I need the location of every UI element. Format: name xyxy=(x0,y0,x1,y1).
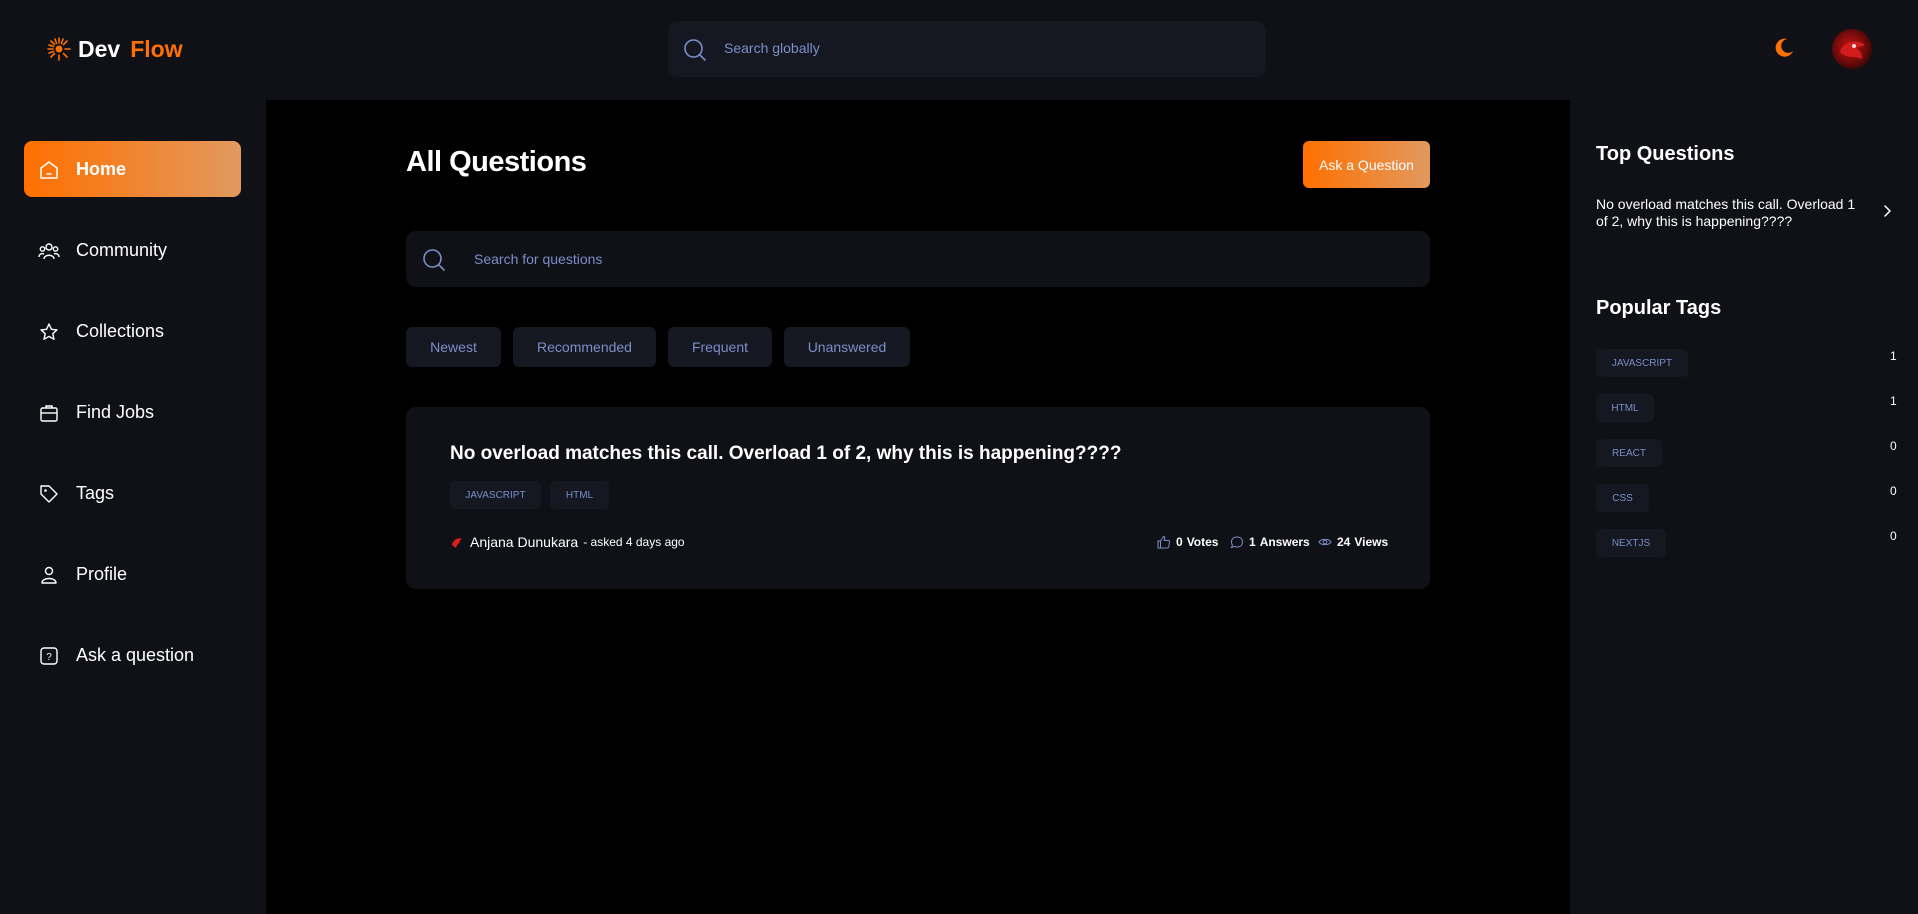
sidebar-item-profile[interactable]: Profile xyxy=(24,546,241,602)
thumbs-up-icon xyxy=(1157,535,1171,549)
sidebar-item-label: Tags xyxy=(76,482,115,503)
popular-tag-css[interactable]: CSS xyxy=(1596,484,1649,512)
answers-count: 1 xyxy=(1249,535,1256,549)
app-logo[interactable]: Dev Flow xyxy=(46,36,183,62)
question-title[interactable]: No overload matches this call. Overload … xyxy=(450,443,1121,465)
search-icon xyxy=(684,39,706,61)
votes-count: 0 xyxy=(1176,535,1183,549)
author-avatar-icon xyxy=(452,538,462,548)
votes-metric: 0 Votes xyxy=(1157,535,1218,549)
popular-tag-count: 1 xyxy=(1890,394,1897,408)
views-label: Views xyxy=(1354,535,1389,549)
asked-time: - asked 4 days ago xyxy=(583,535,685,549)
home-icon xyxy=(40,161,58,179)
views-count: 24 xyxy=(1337,535,1351,549)
user-avatar[interactable] xyxy=(1832,29,1872,69)
message-icon xyxy=(1230,536,1244,549)
popular-tag-html[interactable]: HTML xyxy=(1596,394,1654,422)
views-metric: 24 Views xyxy=(1318,535,1388,549)
star-icon xyxy=(40,323,58,340)
filter-newest[interactable]: Newest xyxy=(406,327,501,367)
question-tag-html[interactable]: HTML xyxy=(550,481,609,509)
tag-icon xyxy=(40,485,58,503)
question-icon: ? xyxy=(40,647,58,665)
filter-unanswered[interactable]: Unanswered xyxy=(784,327,910,367)
logo-text-flow: Flow xyxy=(130,35,183,62)
author-name: Anjana Dunukara xyxy=(470,534,579,550)
sidebar-item-label: Profile xyxy=(76,563,128,584)
answers-label: Answers xyxy=(1259,535,1310,549)
filter-frequent[interactable]: Frequent xyxy=(668,327,772,367)
briefcase-icon xyxy=(40,405,58,422)
eye-icon xyxy=(1318,538,1332,546)
filter-recommended[interactable]: Recommended xyxy=(513,327,656,367)
answers-metric: 1 Answers xyxy=(1230,535,1310,549)
question-search-placeholder: Search for questions xyxy=(474,251,603,267)
popular-tag-react[interactable]: REACT xyxy=(1596,439,1662,467)
sidebar-item-label: Find Jobs xyxy=(76,401,155,422)
question-search-input[interactable]: Search for questions xyxy=(406,231,1430,287)
top-questions-title: Top Questions xyxy=(1596,143,1735,165)
top-question-link[interactable]: No overload matches this call. Overload … xyxy=(1596,196,1856,230)
votes-label: Votes xyxy=(1186,535,1219,549)
sidebar-item-community[interactable]: Community xyxy=(24,222,241,278)
users-icon xyxy=(38,243,60,260)
sidebar-item-ask-a-question[interactable]: ? Ask a question xyxy=(24,627,241,683)
ask-question-button[interactable]: Ask a Question xyxy=(1303,141,1430,188)
sidebar-item-label: Collections xyxy=(76,320,165,341)
sidebar-item-label: Community xyxy=(76,239,168,260)
chevron-right-icon[interactable] xyxy=(1880,204,1894,218)
question-author[interactable]: Anjana Dunukara - asked 4 days ago xyxy=(450,534,685,550)
sun-logo-icon xyxy=(47,37,71,61)
popular-tag-javascript[interactable]: JAVASCRIPT xyxy=(1596,349,1688,377)
global-search-placeholder: Search globally xyxy=(724,40,820,56)
user-icon xyxy=(41,566,57,584)
sidebar-item-find-jobs[interactable]: Find Jobs xyxy=(24,384,241,440)
search-icon xyxy=(423,249,445,271)
popular-tag-count: 0 xyxy=(1890,529,1897,543)
logo-text-dev: Dev xyxy=(78,35,121,62)
global-search-input[interactable]: Search globally xyxy=(668,21,1266,77)
popular-tag-nextjs[interactable]: NEXTJS xyxy=(1596,529,1666,557)
sidebar-item-collections[interactable]: Collections xyxy=(24,303,241,359)
sidebar-item-label: Home xyxy=(76,158,127,179)
sidebar-item-tags[interactable]: Tags xyxy=(24,465,241,521)
popular-tag-count: 0 xyxy=(1890,484,1897,498)
popular-tag-count: 0 xyxy=(1890,439,1897,453)
page-title: All Questions xyxy=(406,146,587,178)
popular-tag-count: 1 xyxy=(1890,349,1897,363)
popular-tags-title: Popular Tags xyxy=(1596,297,1722,319)
sidebar-item-label: Ask a question xyxy=(76,644,195,665)
avatar-image xyxy=(1840,41,1865,59)
moon-theme-toggle-icon[interactable] xyxy=(1772,36,1796,60)
sidebar-item-home[interactable]: Home xyxy=(24,141,241,197)
svg-text:?: ? xyxy=(46,652,52,663)
question-tag-javascript[interactable]: JAVASCRIPT xyxy=(450,481,541,509)
